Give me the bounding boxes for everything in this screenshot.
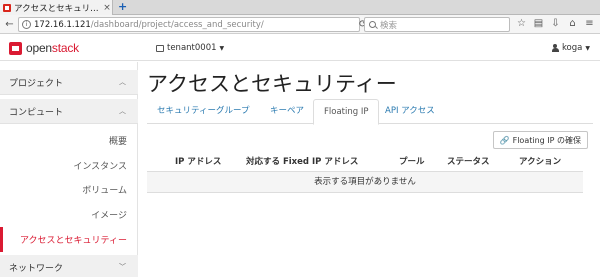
column-header-pool[interactable]: プール [399, 155, 425, 167]
sidebar-item-label: イメージ [91, 211, 127, 221]
sidebar-item-label: インスタンス [73, 162, 127, 172]
clipboard-icon[interactable]: ▤ [533, 18, 544, 30]
sidebar-category-label: コンピュート [9, 107, 64, 118]
page-title: アクセスとセキュリティー [147, 72, 397, 96]
tab-security-groups[interactable]: セキュリティーグループ [147, 99, 259, 124]
search-placeholder: 検索 [380, 20, 398, 31]
sidebar-item-volumes[interactable]: ボリューム [0, 177, 138, 202]
logo-text: openstack [26, 41, 79, 55]
allocate-floating-ip-button[interactable]: 🔗 Floating IP の確保 [492, 131, 588, 149]
download-icon[interactable]: ⇩ [550, 18, 561, 30]
openstack-favicon-icon [3, 3, 11, 12]
info-icon[interactable]: i [22, 20, 31, 29]
column-header-actions: アクション [519, 157, 562, 167]
table-empty-message: 表示する項目がありません [147, 172, 583, 193]
home-icon[interactable]: ⌂ [567, 18, 578, 30]
sidebar-item-overview[interactable]: 概要 [0, 128, 138, 153]
sidebar-item-label: アクセスとセキュリティー [19, 236, 127, 246]
sidebar-category-label: ネットワーク [9, 263, 64, 274]
sidebar-category-compute[interactable]: コンピュート ︿ [0, 99, 138, 124]
allocate-button-label: Floating IP の確保 [512, 135, 581, 145]
browser-tab-title: アクセスとセキュリ… [14, 3, 99, 14]
chevron-up-icon: ︿ [119, 78, 126, 86]
page-tabs: セキュリティーグループ キーペア Floating IP API アクセス [147, 99, 593, 125]
sidebar-item-instances[interactable]: インスタンス [0, 153, 138, 178]
user-icon [551, 44, 559, 52]
tab-floating-ip[interactable]: Floating IP [313, 99, 380, 125]
column-header-status[interactable]: ステータス [447, 155, 490, 167]
sidebar: プロジェクト ︿ コンピュート ︿ 概要 インスタンス ボリューム イメージ ア… [0, 62, 138, 277]
tab-key-pairs[interactable]: キーペア [260, 99, 314, 124]
sidebar-category-network[interactable]: ネットワーク ﹀ [0, 255, 138, 277]
new-tab-button[interactable]: + [118, 0, 127, 15]
search-input[interactable]: 検索 [364, 17, 510, 32]
sidebar-item-images[interactable]: イメージ [0, 202, 138, 227]
tab-api-access[interactable]: API アクセス [375, 99, 445, 124]
search-icon [369, 21, 376, 28]
column-header-fixed-ip[interactable]: 対応する Fixed IP アドレス [246, 155, 358, 167]
openstack-logo-icon [9, 41, 22, 55]
browser-tabstrip: アクセスとセキュリ… × + [0, 0, 600, 15]
project-name: tenant0001 [167, 43, 217, 53]
browser-tab[interactable]: アクセスとセキュリ… × [0, 0, 113, 15]
table-header: IP アドレス 対応する Fixed IP アドレス プール ステータス アクシ… [147, 150, 583, 172]
star-icon[interactable]: ☆ [516, 18, 527, 30]
sidebar-item-label: 概要 [108, 137, 127, 147]
browser-toolbar: ☆ ▤ ⇩ ⌂ ≡ [516, 18, 595, 30]
url-path: /dashboard/project/access_and_security/ [90, 19, 264, 30]
chevron-down-icon: ▼ [585, 44, 590, 52]
chevron-down-icon: ▼ [219, 44, 225, 52]
floating-ip-table: IP アドレス 対応する Fixed IP アドレス プール ステータス アクシ… [147, 150, 583, 193]
close-tab-icon[interactable]: × [102, 3, 112, 13]
link-icon: 🔗 [499, 135, 510, 145]
browser-navbar: ← i 172.16.1.121 /dashboard/project/acce… [0, 15, 600, 34]
menu-icon[interactable]: ≡ [584, 18, 595, 30]
openstack-logo[interactable]: openstack [9, 41, 79, 55]
sidebar-item-label: ボリューム [82, 186, 127, 196]
url-host: 172.16.1.121 [34, 19, 91, 30]
sidebar-category-label: プロジェクト [9, 78, 64, 89]
back-arrow-icon[interactable]: ← [3, 18, 16, 31]
user-dropdown[interactable]: koga ▼ [551, 43, 590, 53]
column-header-ip-address[interactable]: IP アドレス [175, 155, 221, 167]
url-bar[interactable]: i 172.16.1.121 /dashboard/project/access… [18, 17, 367, 32]
user-name: koga [561, 43, 583, 53]
sidebar-category-project[interactable]: プロジェクト ︿ [0, 70, 138, 95]
sidebar-item-access-security[interactable]: アクセスとセキュリティー [0, 227, 138, 252]
chevron-up-icon: ︿ [119, 107, 126, 115]
project-box-icon [156, 44, 164, 52]
app-header: openstack tenant0001 ▼ koga ▼ [0, 34, 600, 61]
chevron-down-icon: ﹀ [119, 263, 126, 271]
project-dropdown[interactable]: tenant0001 ▼ [156, 43, 224, 53]
